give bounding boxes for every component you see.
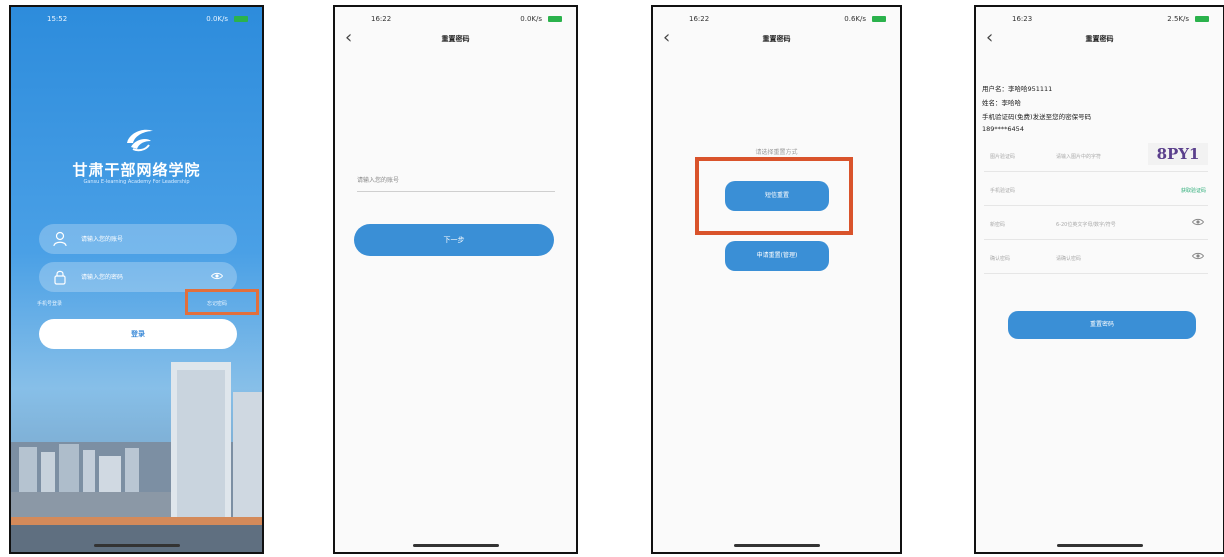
reset-method-screen: 16:22 0.6K/s ‹ 重置密码 请选择重置方式 短信重置 申请重置(管理… — [651, 5, 902, 554]
page-title: 重置密码 — [762, 35, 791, 43]
password-input[interactable]: 请输入您的密码 — [39, 262, 237, 292]
next-button[interactable]: 下一步 — [354, 224, 554, 256]
eye-icon[interactable] — [1192, 218, 1204, 226]
account-placeholder: 请输入您的账号 — [81, 236, 124, 243]
app-title: 甘肃干部网络学院 — [72, 161, 201, 179]
home-indicator — [733, 544, 820, 547]
sms-code-row[interactable]: 手机验证码 获取验证码 — [984, 173, 1208, 206]
app-logo-icon — [127, 129, 153, 152]
login-screen: 15:52 0.0K/s 甘肃干部网络学院 Gansu E-learning A… — [9, 5, 264, 554]
captcha-input[interactable]: 请输入图片中的字符 — [1056, 153, 1101, 160]
confirm-password-row[interactable]: 确认密码 请确认密码 — [984, 241, 1208, 274]
reset-account-screen: 16:22 0.0K/s ‹ 重置密码 请输入您的账号 下一步 — [333, 5, 578, 554]
account-input[interactable]: 请输入您的账号 — [39, 224, 237, 254]
apply-reset-button[interactable]: 申请重置(管理) — [725, 241, 829, 271]
status-network-speed: 0.6K/s — [844, 15, 866, 23]
status-bar: 15:52 0.0K/s — [11, 15, 262, 29]
username-text: 用户名：李哈哈951111 — [982, 85, 1053, 93]
account-placeholder: 请输入您的账号 — [357, 177, 400, 184]
new-password-input[interactable]: 6-20位英文字母/数字/符号 — [1056, 221, 1116, 228]
forgot-password-highlight — [185, 289, 259, 315]
user-icon — [53, 231, 67, 247]
sms-reset-screen: 16:23 2.5K/s ‹ 重置密码 用户名：李哈哈951111 姓名：李哈哈… — [974, 5, 1224, 554]
confirm-password-input[interactable]: 请确认密码 — [1056, 255, 1081, 262]
battery-icon — [548, 16, 562, 22]
status-time: 16:22 — [371, 15, 392, 23]
name-text: 姓名：李哈哈 — [982, 99, 1021, 107]
account-input[interactable]: 请输入您的账号 — [357, 175, 555, 192]
battery-icon — [872, 16, 886, 22]
choose-method-label: 请选择重置方式 — [755, 149, 798, 156]
phone-number-text: 189****6454 — [982, 125, 1024, 133]
home-indicator — [1056, 544, 1143, 547]
battery-icon — [1195, 16, 1209, 22]
password-placeholder: 请输入您的密码 — [81, 274, 124, 281]
nav-bar: ‹ 重置密码 — [335, 25, 576, 51]
status-network-speed: 2.5K/s — [1167, 15, 1189, 23]
battery-icon — [234, 16, 248, 22]
new-password-row[interactable]: 新密码 6-20位英文字母/数字/符号 — [984, 207, 1208, 240]
home-indicator — [93, 544, 180, 547]
phone-login-link[interactable]: 手机号登录 — [37, 300, 62, 307]
page-title: 重置密码 — [1085, 35, 1114, 43]
confirm-password-label: 确认密码 — [990, 256, 1011, 262]
status-network-speed: 0.0K/s — [520, 15, 542, 23]
reset-password-button[interactable]: 重置密码 — [1008, 311, 1196, 339]
new-password-label: 新密码 — [990, 222, 1006, 228]
page-title: 重置密码 — [441, 35, 470, 43]
sms-hint-text: 手机验证码(免费)发送至您的密保号码 — [982, 113, 1092, 121]
sms-reset-button[interactable]: 短信重置 — [725, 181, 829, 211]
eye-icon[interactable] — [211, 272, 223, 280]
app-subtitle: Gansu E-learning Academy For Leadership — [83, 179, 190, 185]
status-time: 16:22 — [689, 15, 710, 23]
nav-bar: ‹ 重置密码 — [976, 25, 1223, 51]
home-indicator — [412, 544, 499, 547]
captcha-image[interactable]: 8PY1 — [1148, 143, 1208, 165]
sms-code-label: 手机验证码 — [990, 188, 1016, 194]
captcha-row[interactable]: 图片验证码 请输入图片中的字符 8PY1 — [984, 139, 1208, 172]
nav-bar: ‹ 重置密码 — [653, 25, 900, 51]
city-background-image — [11, 362, 262, 552]
lock-icon — [54, 270, 66, 285]
status-time: 15:52 — [47, 15, 68, 23]
login-button[interactable]: 登录 — [39, 319, 237, 349]
status-network-speed: 0.0K/s — [206, 15, 228, 23]
status-time: 16:23 — [1012, 15, 1033, 23]
eye-icon[interactable] — [1192, 252, 1204, 260]
captcha-label: 图片验证码 — [990, 154, 1016, 160]
get-code-button[interactable]: 获取验证码 — [1181, 187, 1206, 194]
